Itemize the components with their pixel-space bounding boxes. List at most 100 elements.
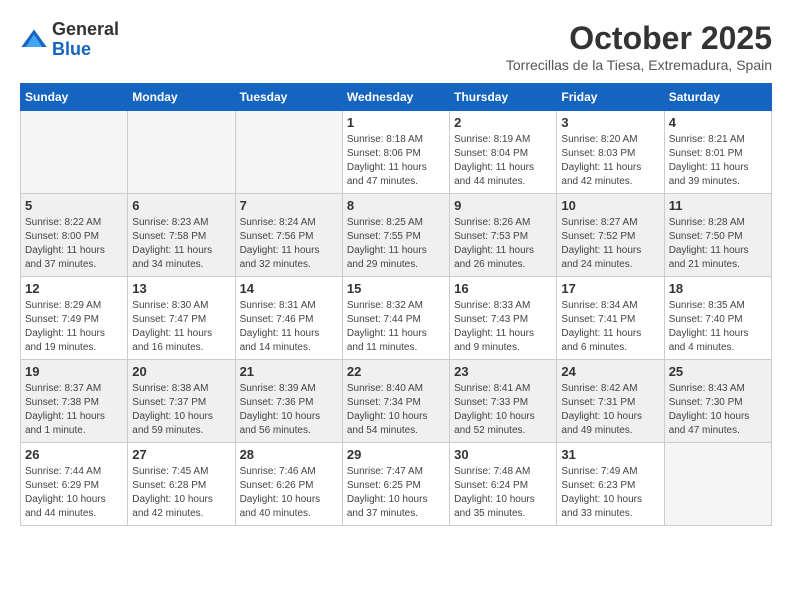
logo-text: General Blue <box>52 20 119 60</box>
calendar-week-row: 1Sunrise: 8:18 AM Sunset: 8:06 PM Daylig… <box>21 111 772 194</box>
calendar-cell: 19 Sunrise: 8:37 AM Sunset: 7:38 PM Dayli… <box>21 360 128 443</box>
day-info: Sunrise: 8:21 AM Sunset: 8:01 PM Dayligh… <box>669 133 767 189</box>
day-number: 12 <box>25 281 123 296</box>
day-number: 2 <box>454 115 552 130</box>
calendar-week-row: 12 Sunrise: 8:29 AM Sunset: 7:49 PM Dayli… <box>21 277 772 360</box>
day-info: Sunrise: 8:35 AM Sunset: 7:40 PM Dayligh… <box>669 299 767 355</box>
day-number: 19 <box>25 364 123 379</box>
day-info: Sunrise: 7:47 AM Sunset: 6:25 PM Dayligh… <box>347 465 445 521</box>
calendar-cell: 30Sunrise: 7:48 AM Sunset: 6:24 PM Dayli… <box>450 443 557 526</box>
day-info: Sunrise: 7:49 AM Sunset: 6:23 PM Dayligh… <box>561 465 659 521</box>
day-info: Sunrise: 8:29 AM Sunset: 7:49 PM Dayligh… <box>25 299 123 355</box>
weekday-header: Monday <box>128 84 235 111</box>
day-number: 29 <box>347 447 445 462</box>
calendar-cell: 26 Sunrise: 7:44 AM Sunset: 6:29 PM Dayli… <box>21 443 128 526</box>
day-number: 4 <box>669 115 767 130</box>
day-number: 27 <box>132 447 230 462</box>
calendar-cell: 8 Sunrise: 8:25 AM Sunset: 7:55 PM Daylig… <box>342 194 449 277</box>
calendar-cell: 1Sunrise: 8:18 AM Sunset: 8:06 PM Daylig… <box>342 111 449 194</box>
weekday-header: Thursday <box>450 84 557 111</box>
day-number: 28 <box>240 447 338 462</box>
day-info: Sunrise: 8:19 AM Sunset: 8:04 PM Dayligh… <box>454 133 552 189</box>
day-number: 26 <box>25 447 123 462</box>
day-number: 17 <box>561 281 659 296</box>
day-number: 16 <box>454 281 552 296</box>
day-info: Sunrise: 8:33 AM Sunset: 7:43 PM Dayligh… <box>454 299 552 355</box>
calendar-cell <box>235 111 342 194</box>
calendar-week-row: 5Sunrise: 8:22 AM Sunset: 8:00 PM Daylig… <box>21 194 772 277</box>
calendar-cell: 25 Sunrise: 8:43 AM Sunset: 7:30 PM Dayli… <box>664 360 771 443</box>
calendar-cell <box>128 111 235 194</box>
day-number: 22 <box>347 364 445 379</box>
calendar-cell: 4 Sunrise: 8:21 AM Sunset: 8:01 PM Daylig… <box>664 111 771 194</box>
calendar-cell: 7Sunrise: 8:24 AM Sunset: 7:56 PM Daylig… <box>235 194 342 277</box>
calendar-cell: 28 Sunrise: 7:46 AM Sunset: 6:26 PM Dayli… <box>235 443 342 526</box>
day-number: 14 <box>240 281 338 296</box>
day-info: Sunrise: 8:22 AM Sunset: 8:00 PM Dayligh… <box>25 216 123 272</box>
calendar-cell: 21 Sunrise: 8:39 AM Sunset: 7:36 PM Dayli… <box>235 360 342 443</box>
location: Torrecillas de la Tiesa, Extremadura, Sp… <box>506 57 772 73</box>
day-info: Sunrise: 8:43 AM Sunset: 7:30 PM Dayligh… <box>669 382 767 438</box>
logo-icon <box>20 26 48 54</box>
calendar-cell: 23Sunrise: 8:41 AM Sunset: 7:33 PM Dayli… <box>450 360 557 443</box>
day-info: Sunrise: 8:37 AM Sunset: 7:38 PM Dayligh… <box>25 382 123 438</box>
calendar-cell: 14 Sunrise: 8:31 AM Sunset: 7:46 PM Dayli… <box>235 277 342 360</box>
calendar-cell: 22Sunrise: 8:40 AM Sunset: 7:34 PM Dayli… <box>342 360 449 443</box>
day-info: Sunrise: 7:46 AM Sunset: 6:26 PM Dayligh… <box>240 465 338 521</box>
calendar-cell: 10 Sunrise: 8:27 AM Sunset: 7:52 PM Dayli… <box>557 194 664 277</box>
day-info: Sunrise: 7:44 AM Sunset: 6:29 PM Dayligh… <box>25 465 123 521</box>
day-number: 21 <box>240 364 338 379</box>
day-info: Sunrise: 8:23 AM Sunset: 7:58 PM Dayligh… <box>132 216 230 272</box>
weekday-header: Tuesday <box>235 84 342 111</box>
calendar-cell: 15 Sunrise: 8:32 AM Sunset: 7:44 PM Dayli… <box>342 277 449 360</box>
calendar-cell: 29 Sunrise: 7:47 AM Sunset: 6:25 PM Dayli… <box>342 443 449 526</box>
day-number: 13 <box>132 281 230 296</box>
day-number: 24 <box>561 364 659 379</box>
day-number: 18 <box>669 281 767 296</box>
calendar-table: SundayMondayTuesdayWednesdayThursdayFrid… <box>20 83 772 526</box>
day-number: 25 <box>669 364 767 379</box>
day-info: Sunrise: 8:26 AM Sunset: 7:53 PM Dayligh… <box>454 216 552 272</box>
title-block: October 2025 Torrecillas de la Tiesa, Ex… <box>506 20 772 73</box>
day-info: Sunrise: 8:42 AM Sunset: 7:31 PM Dayligh… <box>561 382 659 438</box>
weekday-header: Sunday <box>21 84 128 111</box>
calendar-cell: 6 Sunrise: 8:23 AM Sunset: 7:58 PM Daylig… <box>128 194 235 277</box>
day-info: Sunrise: 8:32 AM Sunset: 7:44 PM Dayligh… <box>347 299 445 355</box>
calendar-cell <box>664 443 771 526</box>
day-number: 31 <box>561 447 659 462</box>
day-number: 9 <box>454 198 552 213</box>
day-number: 10 <box>561 198 659 213</box>
day-info: Sunrise: 8:39 AM Sunset: 7:36 PM Dayligh… <box>240 382 338 438</box>
calendar-cell: 2 Sunrise: 8:19 AM Sunset: 8:04 PM Daylig… <box>450 111 557 194</box>
day-number: 8 <box>347 198 445 213</box>
calendar-cell: 13 Sunrise: 8:30 AM Sunset: 7:47 PM Dayli… <box>128 277 235 360</box>
day-number: 30 <box>454 447 552 462</box>
day-number: 6 <box>132 198 230 213</box>
day-info: Sunrise: 8:30 AM Sunset: 7:47 PM Dayligh… <box>132 299 230 355</box>
day-info: Sunrise: 8:27 AM Sunset: 7:52 PM Dayligh… <box>561 216 659 272</box>
day-info: Sunrise: 8:28 AM Sunset: 7:50 PM Dayligh… <box>669 216 767 272</box>
calendar-cell <box>21 111 128 194</box>
calendar-cell: 5Sunrise: 8:22 AM Sunset: 8:00 PM Daylig… <box>21 194 128 277</box>
calendar-cell: 17 Sunrise: 8:34 AM Sunset: 7:41 PM Dayli… <box>557 277 664 360</box>
day-number: 11 <box>669 198 767 213</box>
calendar-cell: 16 Sunrise: 8:33 AM Sunset: 7:43 PM Dayli… <box>450 277 557 360</box>
weekday-header: Saturday <box>664 84 771 111</box>
calendar-header-row: SundayMondayTuesdayWednesdayThursdayFrid… <box>21 84 772 111</box>
month-title: October 2025 <box>506 20 772 57</box>
day-info: Sunrise: 8:25 AM Sunset: 7:55 PM Dayligh… <box>347 216 445 272</box>
calendar-cell: 12 Sunrise: 8:29 AM Sunset: 7:49 PM Dayli… <box>21 277 128 360</box>
calendar-cell: 24 Sunrise: 8:42 AM Sunset: 7:31 PM Dayli… <box>557 360 664 443</box>
day-number: 15 <box>347 281 445 296</box>
day-info: Sunrise: 8:31 AM Sunset: 7:46 PM Dayligh… <box>240 299 338 355</box>
day-number: 7 <box>240 198 338 213</box>
calendar-cell: 31 Sunrise: 7:49 AM Sunset: 6:23 PM Dayli… <box>557 443 664 526</box>
logo: General Blue <box>20 20 119 60</box>
calendar-week-row: 26 Sunrise: 7:44 AM Sunset: 6:29 PM Dayli… <box>21 443 772 526</box>
day-number: 3 <box>561 115 659 130</box>
weekday-header: Friday <box>557 84 664 111</box>
calendar-week-row: 19 Sunrise: 8:37 AM Sunset: 7:38 PM Dayli… <box>21 360 772 443</box>
day-info: Sunrise: 8:34 AM Sunset: 7:41 PM Dayligh… <box>561 299 659 355</box>
calendar-cell: 18 Sunrise: 8:35 AM Sunset: 7:40 PM Dayli… <box>664 277 771 360</box>
calendar-cell: 3Sunrise: 8:20 AM Sunset: 8:03 PM Daylig… <box>557 111 664 194</box>
